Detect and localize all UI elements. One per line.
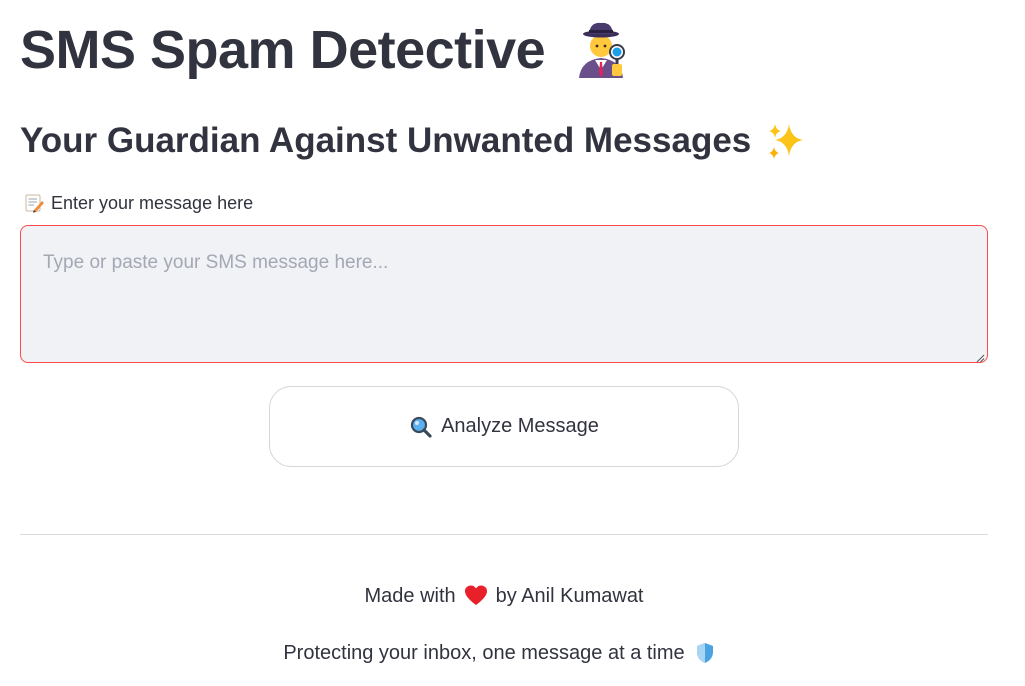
footer-credit: Made with by Anil Kumawat	[0, 584, 1008, 608]
shield-icon	[693, 641, 717, 665]
detective-icon	[571, 20, 631, 80]
analyze-message-label: Analyze Message	[441, 415, 599, 437]
message-input-container	[20, 225, 988, 363]
footer-divider	[20, 534, 988, 535]
heart-icon	[464, 584, 488, 608]
message-input[interactable]	[21, 226, 987, 362]
footer-tagline-text: Protecting your inbox, one message at a …	[283, 641, 685, 664]
sparkles-icon	[765, 120, 807, 162]
footer-tagline: Protecting your inbox, one message at a …	[0, 641, 1008, 665]
app-title-text: SMS Spam Detective	[20, 20, 546, 80]
app-subtitle: Your Guardian Against Unwanted Messages	[20, 118, 807, 164]
message-field-label: Enter your message here	[24, 190, 253, 216]
footer-credit-suffix: by Anil Kumawat	[495, 584, 644, 607]
app-subtitle-text: Your Guardian Against Unwanted Messages	[20, 121, 752, 160]
footer-credit-prefix: Made with	[364, 584, 456, 607]
message-field-label-text: Enter your message here	[51, 193, 254, 213]
memo-icon	[24, 193, 44, 213]
app-title: SMS Spam Detective	[20, 18, 631, 82]
resize-handle-icon[interactable]	[975, 350, 985, 363]
magnifier-icon	[409, 415, 433, 439]
analyze-message-button[interactable]: Analyze Message	[269, 386, 739, 467]
